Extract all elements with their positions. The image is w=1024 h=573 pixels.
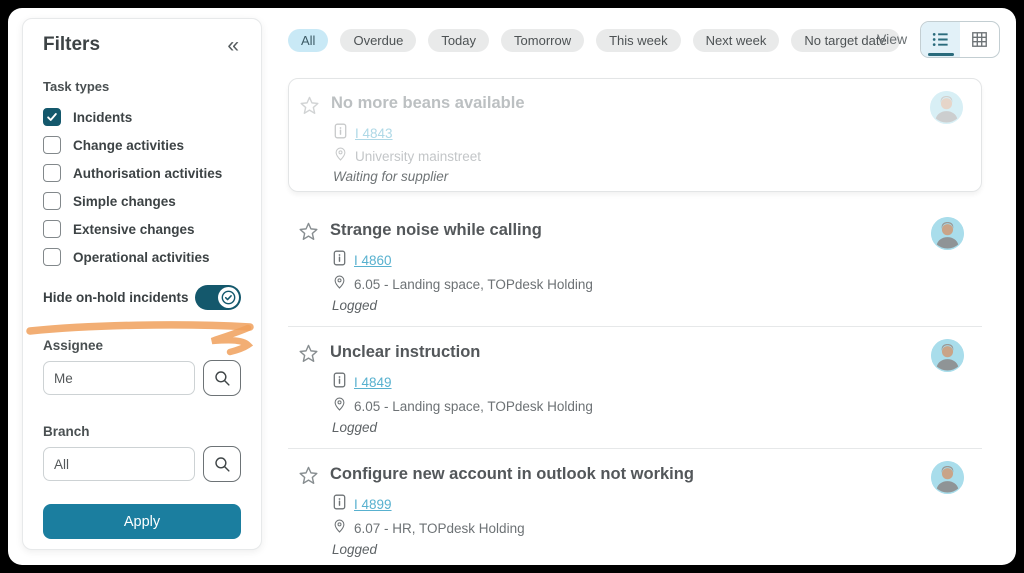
task-types-label: Task types (43, 79, 241, 94)
star-icon[interactable] (298, 221, 319, 247)
filter-pill-overdue[interactable]: Overdue (340, 29, 416, 52)
assignee-label: Assignee (43, 338, 241, 353)
task-type-checkbox-row[interactable]: Incidents (43, 103, 241, 131)
task-type-label: Simple changes (73, 194, 176, 209)
collapse-panel-icon[interactable]: « (225, 35, 241, 56)
task-location: 6.07 - HR, TOPdesk Holding (354, 521, 525, 536)
filter-pill-all[interactable]: All (288, 29, 328, 52)
view-list-button[interactable] (921, 22, 960, 57)
task-type-checkbox-row[interactable]: Authorisation activities (43, 159, 241, 187)
assignee-input[interactable] (43, 361, 195, 395)
task-type-label: Incidents (73, 110, 132, 125)
task-row[interactable]: Strange noise while calling I 4860 6.05 … (288, 205, 982, 327)
star-icon[interactable] (299, 95, 320, 121)
task-row[interactable]: Unclear instruction I 4849 6.05 - Landin… (288, 327, 982, 449)
branch-row (43, 446, 241, 482)
task-id-link[interactable]: I 4843 (355, 126, 393, 141)
task-id-link[interactable]: I 4860 (354, 253, 392, 268)
checkbox-unchecked-icon[interactable] (43, 192, 61, 210)
incident-ticket-icon (332, 372, 347, 393)
location-pin-icon (333, 146, 348, 167)
task-type-label: Extensive changes (73, 222, 195, 237)
person-photo-icon (931, 339, 964, 372)
target-date-filter-bar: All Overdue Today Tomorrow This week Next wee… (288, 29, 900, 52)
checkbox-unchecked-icon[interactable] (43, 248, 61, 266)
task-type-checkbox-row[interactable]: Operational activities (43, 243, 241, 271)
task-status: Logged (332, 298, 377, 313)
task-title: Strange noise while calling (330, 221, 542, 240)
task-id-link[interactable]: I 4849 (354, 375, 392, 390)
view-toggle (920, 21, 1000, 58)
assignee-row (43, 360, 241, 396)
view-grid-button[interactable] (960, 22, 999, 57)
incident-ticket-icon (332, 494, 347, 515)
checkbox-unchecked-icon[interactable] (43, 164, 61, 182)
grid-view-icon (970, 30, 989, 49)
hide-onhold-label: Hide on-hold incidents (43, 290, 189, 305)
task-type-label: Authorisation activities (73, 166, 222, 181)
task-location: 6.05 - Landing space, TOPdesk Holding (354, 277, 593, 292)
hide-onhold-row: Hide on-hold incidents (43, 285, 241, 310)
task-type-label: Operational activities (73, 250, 210, 265)
task-type-checkbox-row[interactable]: Simple changes (43, 187, 241, 215)
assignee-avatar (931, 461, 964, 494)
search-icon (213, 455, 232, 474)
list-view-icon (931, 30, 950, 49)
app-window: Filters « Task types Incidents Change act… (8, 8, 1016, 565)
task-location: University mainstreet (355, 149, 481, 164)
assignee-avatar (931, 339, 964, 372)
filters-header: Filters « (43, 33, 241, 57)
assignee-search-button[interactable] (203, 360, 241, 396)
task-type-label: Change activities (73, 138, 184, 153)
filter-pill-next-week[interactable]: Next week (693, 29, 780, 52)
branch-label: Branch (43, 424, 241, 439)
filters-panel: Filters « Task types Incidents Change act… (22, 18, 262, 550)
checkbox-unchecked-icon[interactable] (43, 220, 61, 238)
task-type-checkbox-row[interactable]: Extensive changes (43, 215, 241, 243)
person-photo-icon (931, 461, 964, 494)
branch-input[interactable] (43, 447, 195, 481)
branch-search-button[interactable] (203, 446, 241, 482)
task-type-list: Incidents Change activities Authorisation … (43, 103, 241, 271)
task-title: No more beans available (331, 94, 525, 113)
checkbox-checked-icon[interactable] (43, 108, 61, 126)
task-title: Configure new account in outlook not wor… (330, 465, 694, 484)
assignee-avatar (930, 91, 963, 124)
filter-pill-today[interactable]: Today (428, 29, 489, 52)
apply-button[interactable]: Apply (43, 504, 241, 539)
location-pin-icon (332, 396, 347, 417)
task-status: Logged (332, 420, 377, 435)
task-row[interactable]: Configure new account in outlook not wor… (288, 449, 982, 565)
check-circle-icon (221, 290, 236, 305)
location-pin-icon (332, 274, 347, 295)
person-photo-icon (930, 91, 963, 124)
hide-onhold-toggle[interactable] (195, 285, 241, 310)
incident-ticket-icon (332, 250, 347, 271)
person-photo-icon (931, 217, 964, 250)
task-status: Logged (332, 542, 377, 557)
toggle-knob (218, 287, 239, 308)
filter-pill-this-week[interactable]: This week (596, 29, 681, 52)
location-pin-icon (332, 518, 347, 539)
task-title: Unclear instruction (330, 343, 480, 362)
filter-pill-tomorrow[interactable]: Tomorrow (501, 29, 584, 52)
star-icon[interactable] (298, 343, 319, 369)
view-label: View (877, 31, 907, 47)
filters-title: Filters (43, 34, 100, 56)
checkbox-unchecked-icon[interactable] (43, 136, 61, 154)
assignee-avatar (931, 217, 964, 250)
task-list: No more beans available I 4843 Universit… (288, 78, 982, 565)
task-row[interactable]: No more beans available I 4843 Universit… (288, 78, 982, 192)
task-type-checkbox-row[interactable]: Change activities (43, 131, 241, 159)
star-icon[interactable] (298, 465, 319, 491)
task-status: Waiting for supplier (333, 169, 448, 184)
task-location: 6.05 - Landing space, TOPdesk Holding (354, 399, 593, 414)
incident-ticket-icon (333, 123, 348, 144)
search-icon (213, 369, 232, 388)
task-id-link[interactable]: I 4899 (354, 497, 392, 512)
